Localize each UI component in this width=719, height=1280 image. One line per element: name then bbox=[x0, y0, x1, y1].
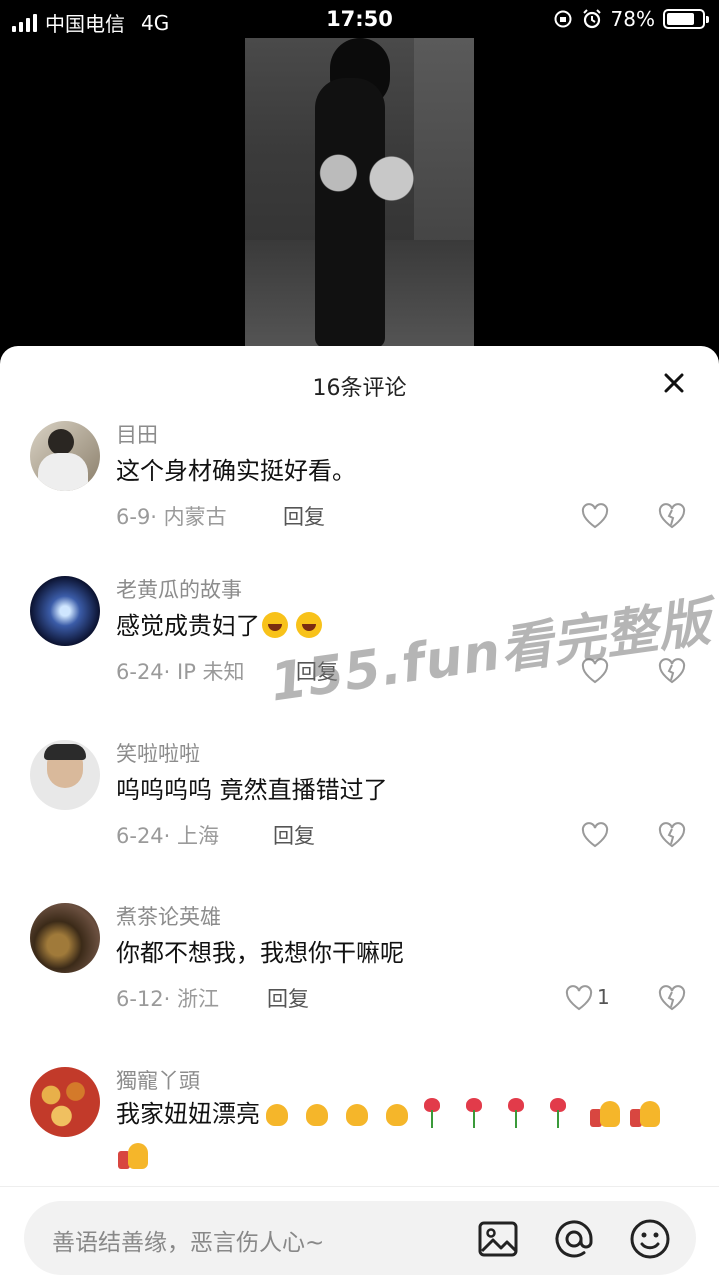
reply-button[interactable]: 回复 bbox=[273, 820, 315, 850]
comment-meta: 6-12· 浙江 bbox=[116, 987, 220, 1011]
broken-heart-icon[interactable] bbox=[657, 983, 687, 1013]
status-bar: 中国电信 4G 17:50 78% bbox=[0, 0, 719, 40]
thumbs-up-emoji-icon bbox=[628, 1097, 662, 1129]
clap-emoji-icon bbox=[380, 1098, 412, 1128]
image-icon[interactable] bbox=[476, 1217, 520, 1261]
rose-emoji-icon bbox=[462, 1096, 486, 1130]
mention-icon[interactable] bbox=[552, 1217, 596, 1261]
comment-input[interactable]: 善语结善缘，恶言伤人心~ bbox=[24, 1201, 696, 1275]
clap-emoji-icon bbox=[340, 1098, 372, 1128]
comment-meta: 6-9· 内蒙古 bbox=[116, 505, 227, 529]
comment-text: 你都不想我，我想你干嘛呢 bbox=[116, 939, 404, 967]
video-figure-fur bbox=[303, 118, 421, 228]
rose-emoji-icon bbox=[420, 1096, 444, 1130]
screen: 中国电信 4G 17:50 78% 16条评论 目田 这个身材确实挺好看。 6-… bbox=[0, 0, 719, 1280]
comment-meta: 6-24· IP 未知 bbox=[116, 660, 245, 684]
alarm-icon bbox=[582, 9, 601, 29]
video-thumbnail[interactable] bbox=[245, 38, 474, 350]
sheet-header: 16条评论 bbox=[0, 346, 719, 422]
laughing-emoji-icon bbox=[262, 612, 288, 638]
avatar[interactable] bbox=[30, 576, 100, 646]
clap-emoji-icon bbox=[260, 1098, 292, 1128]
emoji-icon[interactable] bbox=[628, 1217, 672, 1261]
battery-icon bbox=[663, 9, 709, 29]
rotation-lock-icon bbox=[554, 10, 572, 28]
heart-icon[interactable] bbox=[564, 983, 594, 1013]
heart-icon[interactable] bbox=[580, 820, 610, 850]
status-right: 78% bbox=[553, 7, 709, 31]
rose-emoji-icon bbox=[504, 1096, 528, 1130]
broken-heart-icon[interactable] bbox=[657, 501, 687, 531]
thumbs-up-emoji-icon bbox=[116, 1139, 150, 1171]
avatar[interactable] bbox=[30, 903, 100, 973]
comment-author[interactable]: 煮茶论英雄 bbox=[116, 901, 221, 931]
avatar[interactable] bbox=[30, 421, 100, 491]
heart-icon[interactable] bbox=[580, 501, 610, 531]
battery-percent: 78% bbox=[610, 7, 655, 31]
close-icon[interactable] bbox=[659, 368, 689, 398]
clap-emoji-icon bbox=[300, 1098, 332, 1128]
comment-input-placeholder: 善语结善缘，恶言伤人心~ bbox=[52, 1230, 325, 1256]
like-count: 1 bbox=[597, 985, 610, 1009]
comment-text: 我家妞妞漂亮 bbox=[116, 1093, 696, 1177]
reply-button[interactable]: 回复 bbox=[267, 983, 309, 1013]
comment-author[interactable]: 獨寵丫頭 bbox=[116, 1065, 200, 1095]
thumbs-up-emoji-icon bbox=[588, 1097, 622, 1129]
avatar[interactable] bbox=[30, 740, 100, 810]
comment-text: 感觉成贵妇了 bbox=[116, 606, 322, 641]
comment-text-content: 我家妞妞漂亮 bbox=[116, 1100, 260, 1128]
comment-text: 这个身材确实挺好看。 bbox=[116, 457, 356, 485]
comment-text-content: 感觉成贵妇了 bbox=[116, 612, 260, 640]
rose-emoji-icon bbox=[546, 1096, 570, 1130]
comments-count-title: 16条评论 bbox=[312, 376, 407, 401]
comment-author[interactable]: 目田 bbox=[116, 419, 158, 449]
comment-author[interactable]: 笑啦啦啦 bbox=[116, 738, 200, 768]
comment-text: 呜呜呜呜 竟然直播错过了 bbox=[116, 776, 388, 804]
reply-button[interactable]: 回复 bbox=[283, 501, 325, 531]
comment-meta: 6-24· 上海 bbox=[116, 824, 220, 848]
battery-fill bbox=[667, 13, 694, 25]
comments-sheet: 16条评论 目田 这个身材确实挺好看。 6-9· 内蒙古 回复 老黄瓜的故事 感… bbox=[0, 346, 719, 1280]
comment-author[interactable]: 老黄瓜的故事 bbox=[116, 574, 242, 604]
avatar[interactable] bbox=[30, 1067, 100, 1137]
comment-input-bar: 善语结善缘，恶言伤人心~ bbox=[0, 1186, 719, 1280]
broken-heart-icon[interactable] bbox=[657, 820, 687, 850]
